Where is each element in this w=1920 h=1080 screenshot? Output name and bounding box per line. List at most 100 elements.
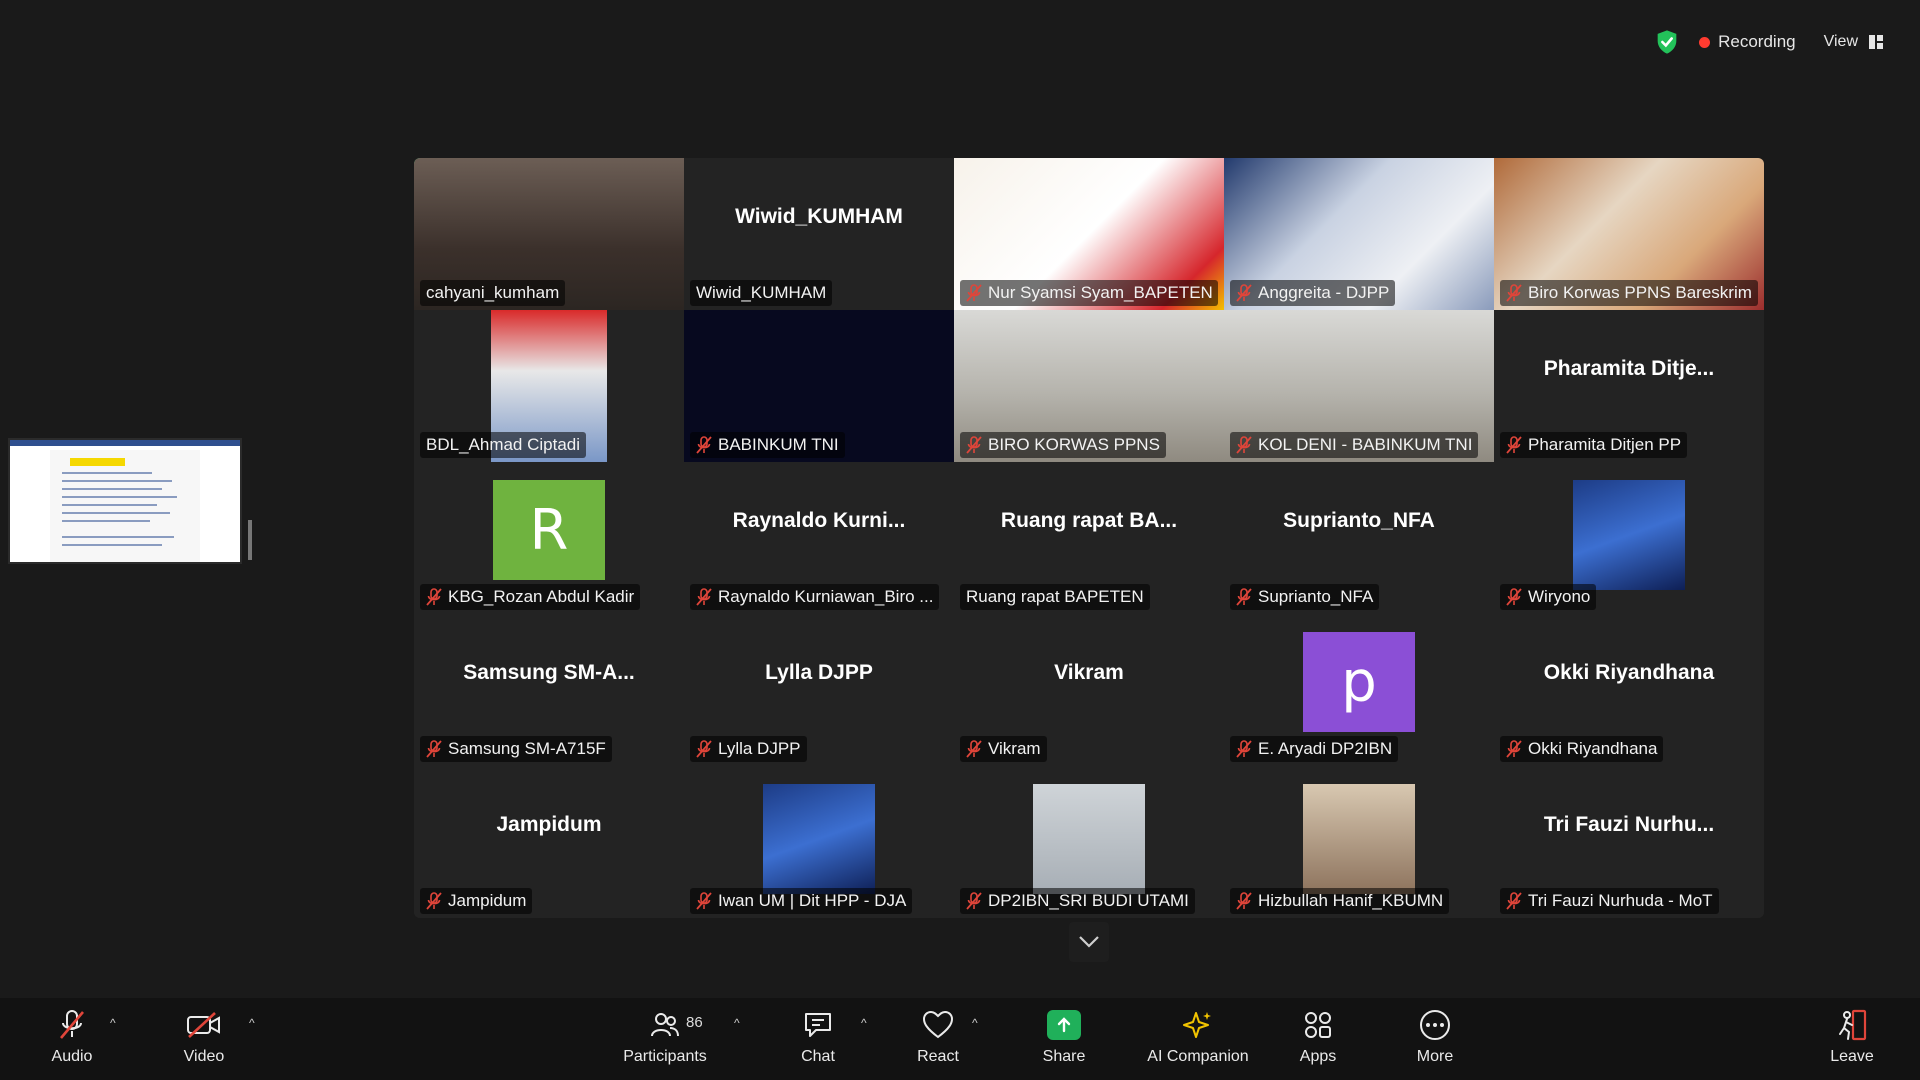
mic-muted-icon [1506,892,1522,910]
mic-muted-icon [60,1010,84,1039]
chat-label: Chat [801,1048,835,1065]
participant-tile[interactable]: Hizbullah Hanif_KBUMN [1224,766,1494,918]
leave-button[interactable]: Leave [1824,1008,1880,1074]
participant-tile[interactable]: R KBG_Rozan Abdul Kadir [414,462,684,614]
participant-name: Pharamita Ditjen PP [1528,435,1682,454]
recording-indicator[interactable]: Recording [1699,32,1796,52]
mic-muted-icon [1236,284,1252,302]
mic-muted-icon [1236,740,1252,758]
chat-options-caret[interactable]: ^ [861,1016,867,1030]
mic-muted-icon [1236,892,1252,910]
audio-button[interactable]: Audio [44,1008,100,1074]
more-button[interactable]: More [1407,1008,1463,1074]
participant-tile[interactable]: Samsung SM-A... Samsung SM-A715F [414,614,684,766]
participant-tile[interactable]: BDL_Ahmad Ciptadi [414,310,684,462]
participant-name-label: Tri Fauzi Nurhuda - MoT [1500,888,1719,914]
participant-tile[interactable]: Iwan UM | Dit HPP - DJA [684,766,954,918]
participant-display-name: Lylla DJPP [765,661,873,684]
participant-tile[interactable]: Wiwid_KUMHAM Wiwid_KUMHAM [684,158,954,310]
thumbnail-text-line [62,520,150,522]
mic-muted-icon [966,436,982,454]
thumbnail-text-line [62,496,177,498]
participant-tile[interactable]: Lylla DJPP Lylla DJPP [684,614,954,766]
participant-avatar: R [493,480,605,580]
mic-muted-icon [696,436,712,454]
shared-screen-thumbnail[interactable] [8,438,242,564]
video-button[interactable]: Video [176,1008,232,1074]
participant-tile[interactable]: Biro Korwas PPNS Bareskrim [1494,158,1764,310]
video-options-caret[interactable]: ^ [249,1016,255,1030]
participant-tile[interactable]: Okki Riyandhana Okki Riyandhana [1494,614,1764,766]
participant-name: Biro Korwas PPNS Bareskrim [1528,283,1752,302]
thumbnail-resize-handle[interactable] [248,520,252,560]
participant-name: KOL DENI - BABINKUM TNI [1258,435,1473,454]
apps-button[interactable]: Apps [1290,1008,1346,1074]
participant-tile[interactable]: Raynaldo Kurni... Raynaldo Kurniawan_Biro… [684,462,954,614]
mic-muted-icon [696,740,712,758]
participant-name-label: Pharamita Ditjen PP [1500,432,1688,458]
participant-display-name: Okki Riyandhana [1543,661,1715,684]
encryption-shield-icon[interactable] [1653,28,1681,56]
participant-tile[interactable]: Tri Fauzi Nurhu... Tri Fauzi Nurhuda - Mo… [1494,766,1764,918]
participant-tile[interactable]: BABINKUM TNI [684,310,954,462]
participant-tile[interactable]: BIRO KORWAS PPNS [954,310,1224,462]
more-icon [1420,1010,1450,1040]
chat-button[interactable]: Chat [790,1008,846,1074]
thumbnail-text-line [62,512,170,514]
sparkle-icon [1183,1012,1211,1038]
view-button[interactable]: View [1814,27,1894,57]
participant-name-label: Okki Riyandhana [1500,736,1664,762]
participant-tile[interactable]: Anggreita - DJPP [1224,158,1494,310]
participant-name: Hizbullah Hanif_KBUMN [1258,891,1444,910]
participant-display-name: Vikram [1054,661,1124,684]
thumbnail-document-page [50,450,200,562]
participant-tile[interactable]: KOL DENI - BABINKUM TNI [1224,310,1494,462]
chat-icon [805,1013,831,1037]
react-button[interactable]: React [910,1008,966,1074]
participant-tile[interactable]: Pharamita Ditje... Pharamita Ditjen PP [1494,310,1764,462]
participant-name-label: Samsung SM-A715F [420,736,612,762]
participant-tile[interactable]: Vikram Vikram [954,614,1224,766]
participant-tile[interactable]: cahyani_kumham [414,158,684,310]
ai-companion-label: AI Companion [1147,1048,1249,1065]
participant-tile[interactable]: p E. Aryadi DP2IBN [1224,614,1494,766]
participant-display-name: Tri Fauzi Nurhu... [1543,813,1715,836]
share-button[interactable]: Share [1036,1008,1092,1074]
participant-profile-photo [763,784,875,894]
participant-name-label: E. Aryadi DP2IBN [1230,736,1399,762]
participant-display-name: Jampidum [496,813,602,836]
recording-label: Recording [1718,32,1796,51]
participant-display-name: Raynaldo Kurni... [732,509,906,532]
thumbnail-text-line [62,544,162,546]
participant-tile[interactable]: Suprianto_NFA Suprianto_NFA [1224,462,1494,614]
next-page-button[interactable] [1069,922,1109,962]
participant-name: KBG_Rozan Abdul Kadir [448,587,635,606]
participant-name-label: Wiwid_KUMHAM [690,280,833,306]
participant-name-label: KOL DENI - BABINKUM TNI [1230,432,1479,458]
participant-tile[interactable]: Nur Syamsi Syam_BAPETEN [954,158,1224,310]
audio-options-caret[interactable]: ^ [110,1016,116,1030]
grid-view-icon [1869,35,1883,49]
participants-options-caret[interactable]: ^ [734,1016,740,1030]
thumbnail-text-line [62,472,152,474]
heart-icon [922,1010,954,1039]
participant-name-label: Wiryono [1500,584,1597,610]
participant-name-label: Jampidum [420,888,533,914]
participant-name: BIRO KORWAS PPNS [988,435,1160,454]
participant-tile[interactable]: Wiryono [1494,462,1764,614]
participant-tile[interactable]: DP2IBN_SRI BUDI UTAMI [954,766,1224,918]
react-options-caret[interactable]: ^ [972,1016,978,1030]
participant-name-label: DP2IBN_SRI BUDI UTAMI [960,888,1195,914]
react-label: React [917,1048,959,1065]
participant-name-label: BABINKUM TNI [690,432,845,458]
participant-name-label: Iwan UM | Dit HPP - DJA [690,888,913,914]
ai-companion-button[interactable]: AI Companion [1140,1008,1256,1074]
mic-muted-icon [966,740,982,758]
participant-tile[interactable]: Jampidum Jampidum [414,766,684,918]
top-status-bar: Recording View [1653,22,1894,62]
participant-tile[interactable]: Ruang rapat BA... Ruang rapat BAPETEN [954,462,1224,614]
mic-muted-icon [426,740,442,758]
participant-name: Wiwid_KUMHAM [696,283,827,302]
apps-icon [1305,1012,1331,1038]
mic-muted-icon [1236,588,1252,606]
